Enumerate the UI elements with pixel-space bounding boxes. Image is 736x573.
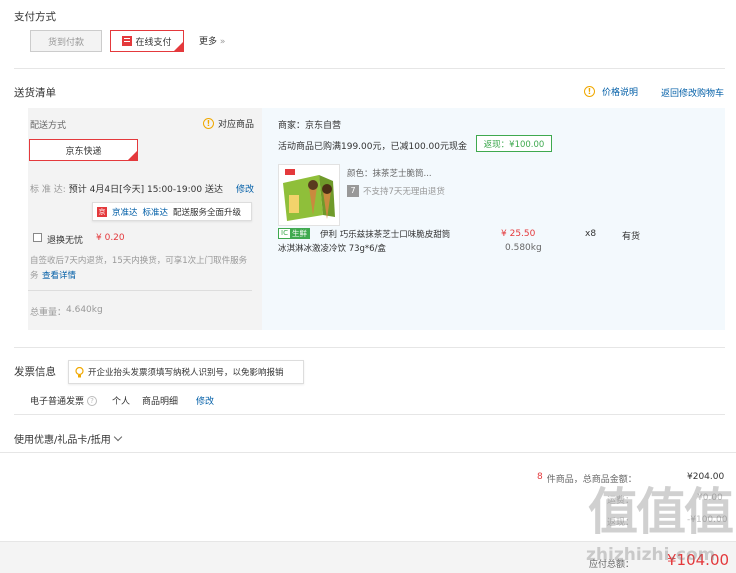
divider: [14, 414, 725, 415]
modify-invoice-link[interactable]: 修改: [196, 394, 214, 407]
no-return-icon: 7: [347, 185, 359, 197]
divider: [14, 347, 725, 348]
invoice-content: 商品明细: [142, 397, 179, 407]
jd-express-option[interactable]: 京东快递: [29, 139, 138, 161]
fresh-tag-icon: IC: [279, 229, 290, 238]
more-payment-link[interactable]: 更多 »: [199, 34, 225, 47]
product-name-line2[interactable]: 冰淇淋冰激凌冷饮 73g*6/盒: [278, 242, 386, 254]
view-details-link[interactable]: 查看详情: [42, 269, 76, 281]
rebate-badge: 返现：¥100.00: [476, 135, 552, 152]
item-count: 8: [537, 472, 543, 482]
watermark-logo: 值值值: [588, 483, 734, 541]
invoice-type: 电子普通发票: [30, 397, 85, 407]
lightbulb-icon: [75, 366, 84, 378]
payment-section-title: 支付方式: [14, 11, 56, 23]
invoice-tip-text: 开企业抬头发票须填写纳税人识别号，以免影响报销: [88, 368, 284, 378]
product-quantity: x8: [585, 229, 597, 239]
delivery-list-title: 送货清单: [14, 87, 56, 99]
product-price: ¥ 25.50: [501, 229, 536, 239]
selected-corner-icon: [174, 42, 183, 51]
fresh-tag: IC 生鲜: [278, 228, 310, 239]
cash-on-delivery-label: 货到付款: [47, 37, 84, 48]
total-weight: 总重量： 4.640kg: [30, 305, 103, 318]
product-stock: 有货: [622, 232, 641, 242]
warning-icon: !: [203, 118, 214, 129]
delivery-upgrade-banner[interactable]: 京 京准达 标准达 配送服务全面升级: [92, 202, 252, 221]
product-weight: 0.580kg: [505, 243, 542, 253]
fresh-tag-label: 生鲜: [289, 229, 309, 238]
double-chevron-right-icon: »: [219, 37, 226, 47]
seller-name: 商家：京东自营: [278, 121, 342, 131]
standard-delivery-time: 预计 4月4日[今天] 15:00-19:00 送达: [68, 185, 223, 195]
watermark-url: zhizhizhi.com: [586, 545, 716, 565]
online-payment-button[interactable]: 在线支付: [110, 30, 184, 52]
chevron-down-icon: [113, 432, 122, 442]
promo-text: 活动商品已购满199.00元，已减100.00元现金: [278, 142, 467, 152]
match-items-link[interactable]: ! 对应商品: [203, 117, 254, 130]
product-name-line1[interactable]: 伊利 巧乐兹抹茶芝士口味脆皮甜筒: [320, 228, 450, 240]
invoice-tip: 开企业抬头发票须填写纳税人识别号，以免影响报销: [68, 360, 304, 384]
no-return-row: 7 不支持7天无理由退货: [347, 185, 445, 197]
product-image[interactable]: [278, 164, 340, 226]
shipping-method-label: 配送方式: [30, 121, 67, 131]
worry-free-return-desc: 自签收后7天内退货，15天内换货，可享1次上门取件服务: [30, 256, 248, 266]
jd-express-label: 京东快递: [65, 146, 102, 157]
price-note-link[interactable]: ! 价格说明: [584, 85, 638, 98]
selected-corner-icon: [128, 151, 137, 160]
invoice-details-row: 电子普通发票 ? 个人 商品明细 修改: [30, 394, 214, 407]
worry-free-return-checkbox[interactable]: [33, 233, 42, 242]
online-payment-label: 在线支付: [135, 37, 172, 48]
invoice-holder: 个人: [112, 397, 131, 407]
divider: [0, 452, 736, 453]
info-icon: ?: [87, 395, 98, 406]
modify-delivery-time-link[interactable]: 修改: [236, 182, 254, 195]
divider: [14, 68, 725, 69]
worry-free-return-price: ¥ 0.20: [96, 233, 125, 243]
no-return-text: 不支持7天无理由退货: [363, 187, 445, 197]
view-details-prefix: 务: [30, 271, 39, 281]
goods-total: ¥204.00: [687, 472, 725, 482]
divider: [28, 290, 252, 291]
ice-cream-box-illustration: [279, 165, 339, 225]
product-color: 颜色：抹茶芝士脆筒...: [347, 169, 432, 179]
standard-delivery-row: 标 准 达: 预计 4月4日[今天] 15:00-19:00 送达: [30, 182, 223, 195]
jd-logo-icon: 京: [97, 206, 107, 217]
invoice-section-title: 发票信息: [14, 366, 56, 378]
online-payment-icon: [122, 36, 133, 46]
back-to-cart-link[interactable]: 返回修改购物车: [661, 86, 724, 99]
coupon-toggle[interactable]: 使用优惠/礼品卡/抵用: [14, 431, 122, 446]
cash-on-delivery-button[interactable]: 货到付款: [30, 30, 102, 52]
warning-icon: !: [584, 86, 595, 97]
standard-delivery-label: 标 准 达:: [30, 185, 66, 195]
worry-free-return-label: 退换无忧: [47, 236, 84, 246]
